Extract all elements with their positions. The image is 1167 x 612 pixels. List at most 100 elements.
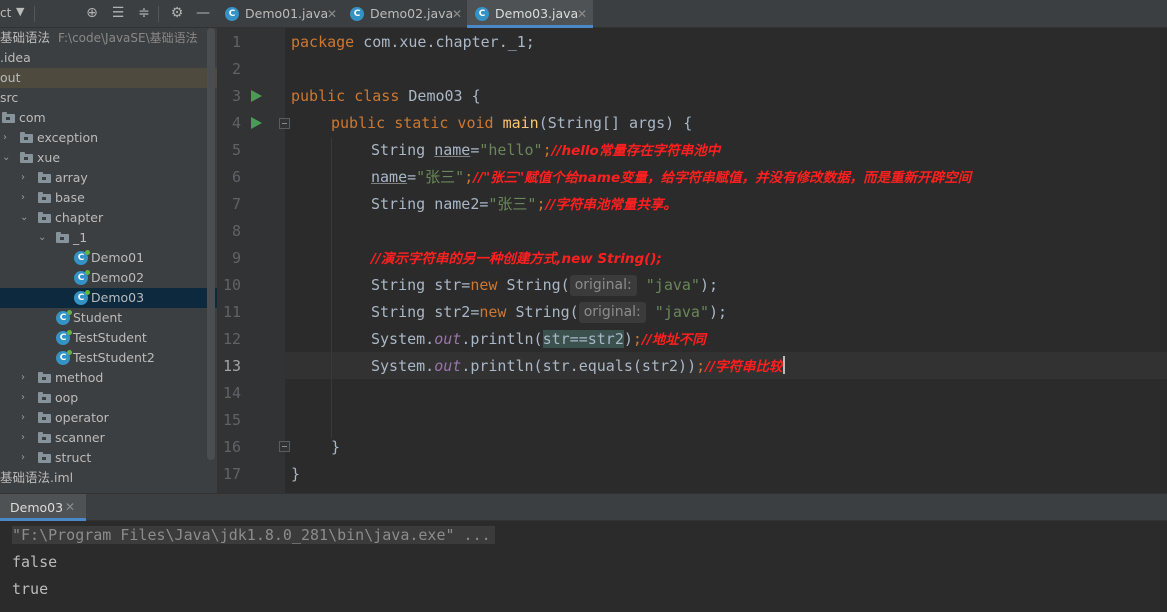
collapse-all-icon[interactable]: ≑ (135, 4, 153, 22)
chevron-down-icon[interactable]: ⌄ (20, 208, 30, 228)
line-number: 6 (231, 168, 241, 186)
tree-item-demo02[interactable]: C Demo02 (0, 268, 217, 288)
code-line-16[interactable]: } (331, 434, 340, 461)
tree-item-com[interactable]: com (0, 108, 217, 128)
tree-item-label: _1 (73, 230, 88, 245)
line-number-current: 13 (222, 357, 241, 375)
toolbar-divider (34, 6, 35, 22)
tree-item-oop[interactable]: › oop (0, 388, 217, 408)
code-line-5[interactable]: String name="hello";//hello常量存在字符串池中 (371, 137, 720, 164)
line-number: 8 (231, 222, 241, 240)
chevron-right-icon[interactable]: › (21, 188, 31, 208)
run-main-icon[interactable] (251, 117, 262, 129)
chevron-down-icon[interactable]: ⌄ (2, 148, 12, 168)
chevron-right-icon[interactable]: › (21, 448, 31, 468)
close-icon[interactable]: ✕ (327, 0, 337, 28)
tree-item-xue[interactable]: ⌄ xue (0, 148, 217, 168)
gear-icon[interactable]: ⚙ (168, 4, 186, 22)
tree-item-scanner[interactable]: › scanner (0, 428, 217, 448)
run-tab-demo03[interactable]: Demo03 ✕ (0, 494, 86, 521)
code-line-9[interactable]: //演示字符串的另一种创建方式,new String(); (371, 245, 662, 272)
code-line-13[interactable]: System.out.println(str.equals(str2));//字… (371, 353, 785, 380)
close-icon[interactable]: ✕ (577, 0, 587, 28)
chevron-down-icon[interactable]: ⌄ (38, 228, 48, 248)
tree-item-chapter[interactable]: ⌄ chapter (0, 208, 217, 228)
tree-item-package-1[interactable]: ⌄ _1 (0, 228, 217, 248)
java-class-icon: C (225, 7, 239, 21)
folder-icon (38, 212, 51, 223)
code-line-10[interactable]: String str=new String(original: "java"); (371, 272, 718, 299)
parameter-hint: original: (578, 302, 646, 323)
java-class-icon: C (56, 310, 72, 325)
tab-demo02[interactable]: C Demo02.java ✕ (342, 0, 466, 28)
tab-demo01[interactable]: C Demo01.java ✕ (217, 0, 341, 28)
tree-item-label: Demo03 (91, 290, 145, 305)
tree-item-path: F:\code\JavaSE\基础语法 (58, 31, 198, 45)
bracket-match-highlight: str==str2 (542, 330, 624, 348)
folder-icon (2, 112, 15, 123)
editor-gutter: 1 2 3 4 5 6 7 8 9 10 11 12 13 14 15 16 1… (217, 28, 290, 493)
tree-item-operator[interactable]: › operator (0, 408, 217, 428)
code-area[interactable]: package com.xue.chapter._1; public class… (285, 28, 1167, 493)
tab-demo03[interactable]: C Demo03.java ✕ (467, 0, 593, 28)
chevron-right-icon[interactable]: › (3, 128, 13, 148)
code-line-4[interactable]: public static void main(String[] args) { (331, 110, 692, 137)
console-output-line: false (12, 553, 58, 571)
tree-item-src[interactable]: src (0, 88, 217, 108)
locate-icon[interactable]: ⊕ (83, 4, 101, 22)
tree-item-out[interactable]: out (0, 68, 217, 88)
folder-icon (38, 412, 51, 423)
run-panel-header: Demo03 ✕ (0, 493, 1167, 521)
project-panel: ct ▼ ⊕ ☰ ≑ ⚙ — 基础语法 F:\code\JavaSE\基础语法 .… (0, 0, 217, 493)
chevron-right-icon[interactable]: › (21, 428, 31, 448)
expand-all-icon[interactable]: ☰ (109, 4, 127, 22)
tree-item-label: out (0, 70, 21, 85)
tree-item-method[interactable]: › method (0, 368, 217, 388)
tree-item-label: array (55, 170, 88, 185)
tree-item-idea[interactable]: .idea (0, 48, 217, 68)
project-toolbar: ct ▼ ⊕ ☰ ≑ ⚙ — (0, 0, 217, 28)
chevron-down-icon[interactable]: ▼ (16, 5, 24, 18)
tree-item-teststudent2[interactable]: C TestStudent2 (0, 348, 217, 368)
code-line-1[interactable]: package com.xue.chapter._1; (291, 29, 535, 56)
code-editor[interactable]: 1 2 3 4 5 6 7 8 9 10 11 12 13 14 15 16 1… (217, 28, 1167, 493)
close-icon[interactable]: ✕ (452, 0, 462, 28)
tree-item-label: Demo02 (91, 270, 145, 285)
code-line-6[interactable]: name="张三";//"张三"赋值个给name变量，给字符串赋值，并没有修改数… (371, 164, 971, 191)
run-console[interactable]: "F:\Program Files\Java\jdk1.8.0_281\bin\… (0, 521, 1167, 612)
folder-icon (38, 372, 51, 383)
tree-item-struct[interactable]: › struct (0, 448, 217, 468)
tree-item-array[interactable]: › array (0, 168, 217, 188)
java-class-icon: C (74, 290, 90, 305)
tree-item-root[interactable]: 基础语法 F:\code\JavaSE\基础语法 (0, 28, 217, 48)
console-output-line: true (12, 580, 49, 598)
run-class-icon[interactable] (251, 90, 262, 102)
tree-scrollbar[interactable] (207, 28, 215, 460)
code-line-17[interactable]: } (291, 461, 300, 488)
minimize-icon[interactable]: — (194, 4, 212, 22)
tree-item-label: method (55, 370, 104, 385)
tree-item-label: xue (37, 150, 61, 165)
project-view-label[interactable]: ct (0, 6, 11, 20)
chevron-right-icon[interactable]: › (21, 168, 31, 188)
close-icon[interactable]: ✕ (65, 500, 75, 514)
tree-item-student[interactable]: C Student (0, 308, 217, 328)
console-command-line[interactable]: "F:\Program Files\Java\jdk1.8.0_281\bin\… (12, 526, 495, 544)
line-number: 10 (222, 276, 241, 294)
code-line-11[interactable]: String str2=new String(original: "java")… (371, 299, 727, 326)
code-line-7[interactable]: String name2="张三";//字符串池常量共享。 (371, 191, 677, 218)
indent-guide (331, 138, 332, 438)
folder-icon (38, 392, 51, 403)
tree-item-exception[interactable]: › exception (0, 128, 217, 148)
tree-item-teststudent[interactable]: C TestStudent (0, 328, 217, 348)
code-line-12[interactable]: System.out.println(str==str2);//地址不同 (371, 326, 706, 353)
chevron-right-icon[interactable]: › (21, 368, 31, 388)
tree-item-demo03[interactable]: C Demo03 (0, 288, 217, 308)
java-class-icon: C (74, 250, 90, 265)
code-line-3[interactable]: public class Demo03 { (291, 83, 481, 110)
chevron-right-icon[interactable]: › (21, 408, 31, 428)
chevron-right-icon[interactable]: › (21, 388, 31, 408)
tree-item-base[interactable]: › base (0, 188, 217, 208)
tree-item-demo01[interactable]: C Demo01 (0, 248, 217, 268)
tree-item-iml[interactable]: 基础语法.iml (0, 468, 217, 488)
